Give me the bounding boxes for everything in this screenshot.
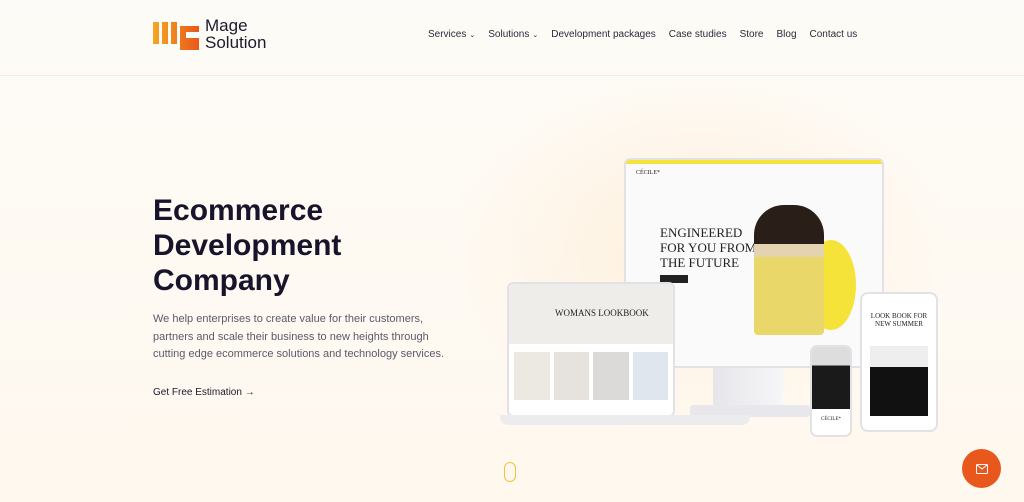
tablet-headline: LOOK BOOK FOR NEW SUMMER bbox=[870, 312, 928, 328]
hero-description: We help enterprises to create value for … bbox=[153, 313, 445, 360]
contact-fab[interactable] bbox=[962, 449, 1001, 488]
scroll-indicator[interactable] bbox=[504, 462, 516, 482]
mail-icon bbox=[975, 463, 988, 474]
logo-mark-icon bbox=[153, 22, 199, 50]
hero-title: Ecommerce Development Company bbox=[153, 194, 342, 297]
phone-screen bbox=[812, 347, 850, 409]
nav-case-studies[interactable]: Case studies bbox=[669, 29, 727, 40]
product bbox=[553, 352, 589, 400]
phone-brand: CÉCILE* bbox=[821, 417, 841, 422]
product bbox=[514, 352, 550, 400]
product bbox=[632, 352, 668, 400]
nav-label: Services bbox=[428, 29, 467, 40]
laptop-base bbox=[500, 415, 750, 425]
product bbox=[593, 352, 629, 400]
monitor-brand: CÉCILE* bbox=[636, 170, 660, 176]
monitor-bar bbox=[626, 160, 882, 164]
nav-contact[interactable]: Contact us bbox=[810, 29, 858, 40]
nav-solutions[interactable]: Solutions ⌄ bbox=[488, 29, 538, 40]
nav-store[interactable]: Store bbox=[740, 29, 764, 40]
nav-label: Solutions bbox=[488, 29, 530, 40]
main-nav: Services ⌄ Solutions ⌄ Development package… bbox=[428, 29, 857, 40]
chevron-down-icon: ⌄ bbox=[469, 32, 476, 39]
nav-development-packages[interactable]: Development packages bbox=[551, 29, 656, 40]
product-grid bbox=[509, 344, 673, 408]
model-photo bbox=[754, 205, 824, 335]
phone: CÉCILE* bbox=[810, 345, 852, 437]
laptop-banner: WOMANS LOOKBOOK bbox=[509, 284, 673, 344]
tablet: LOOK BOOK FOR NEW SUMMER bbox=[860, 292, 938, 432]
tablet-photo bbox=[870, 346, 928, 416]
nav-services[interactable]: Services ⌄ bbox=[428, 29, 475, 40]
cta-label: Get Free Estimation bbox=[153, 387, 242, 398]
laptop-headline: WOMANS LOOKBOOK bbox=[555, 308, 649, 318]
laptop: WOMANS LOOKBOOK bbox=[507, 282, 675, 417]
logo[interactable]: Mage Solution bbox=[153, 17, 266, 51]
brand-name: Mage bbox=[205, 16, 248, 35]
arrow-right-icon: → bbox=[244, 387, 255, 398]
brand-name-2: Solution bbox=[205, 33, 267, 52]
site-header: Mage Solution Services ⌄ Solutions ⌄ Develo… bbox=[0, 0, 1024, 76]
chevron-down-icon: ⌄ bbox=[532, 32, 539, 39]
get-estimation-link[interactable]: Get Free Estimation → bbox=[153, 387, 255, 398]
monitor-headline: ENGINEERED FOR YOU FROM THE FUTURE bbox=[660, 225, 757, 270]
nav-blog[interactable]: Blog bbox=[776, 29, 796, 40]
